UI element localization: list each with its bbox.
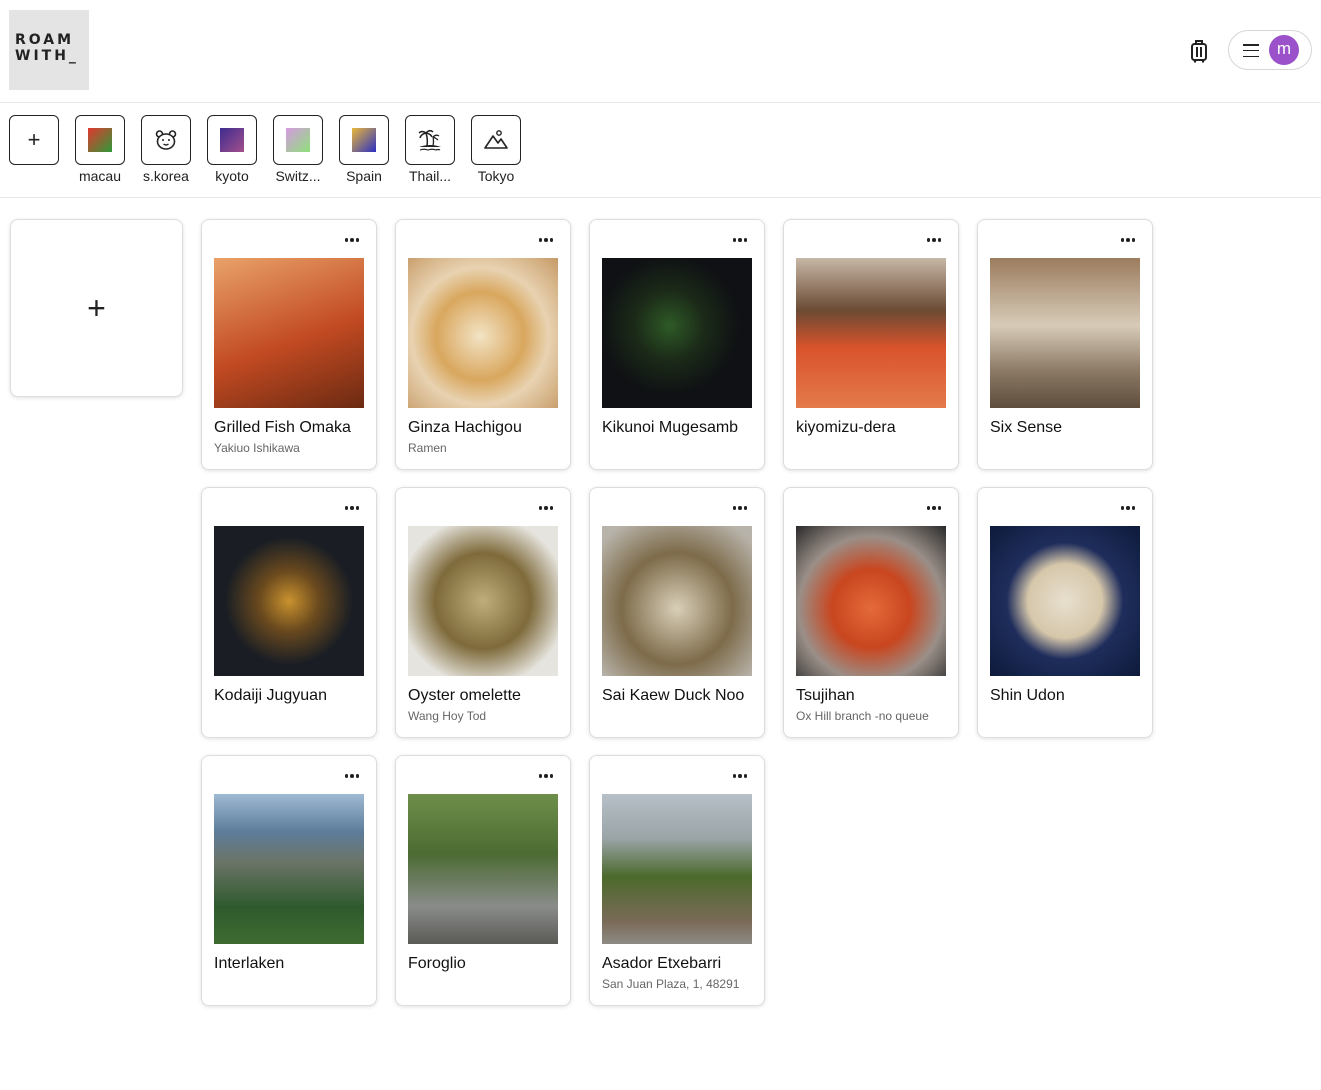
place-card[interactable]: Tsujihan Ox Hill branch -no queue xyxy=(783,487,959,738)
collections-bar: + macau s.korea kyoto Switz... Spain Tha… xyxy=(0,103,1321,198)
collection-s-korea[interactable]: s.korea xyxy=(136,115,196,184)
add-collection-button[interactable]: + xyxy=(4,115,64,165)
place-title: Asador Etxebarri xyxy=(602,955,722,972)
app-header: ROAM WITH_ m xyxy=(0,0,1321,103)
collection-kyoto[interactable]: kyoto xyxy=(202,115,262,184)
gradient-swatch-icon xyxy=(352,128,376,152)
collection-label: kyoto xyxy=(215,168,249,184)
plus-icon: + xyxy=(9,115,59,165)
collection-thailand[interactable]: Thail... xyxy=(400,115,460,184)
avatar: m xyxy=(1269,35,1299,65)
gradient-swatch-icon xyxy=(88,128,112,152)
collection-label: Thail... xyxy=(408,168,451,184)
place-card[interactable]: Kikunoi Mugesamb xyxy=(589,219,765,470)
more-options-icon[interactable] xyxy=(730,768,750,784)
more-options-icon[interactable] xyxy=(342,500,362,516)
place-subtitle: Wang Hoy Tod xyxy=(408,709,487,723)
grilled-fish-photo xyxy=(214,258,364,408)
village-waterfall-photo xyxy=(408,794,558,944)
place-card[interactable]: Kodaiji Jugyuan xyxy=(201,487,377,738)
mountain-icon xyxy=(484,130,508,149)
place-card[interactable]: Interlaken xyxy=(201,755,377,1006)
more-options-icon[interactable] xyxy=(536,768,556,784)
collection-spain[interactable]: Spain xyxy=(334,115,394,184)
more-options-icon[interactable] xyxy=(536,500,556,516)
place-subtitle: Ramen xyxy=(408,441,447,455)
collection-label: Tokyo xyxy=(477,168,515,184)
temple-autumn-photo xyxy=(796,258,946,408)
collection-macau[interactable]: macau xyxy=(70,115,130,184)
place-title: Kikunoi Mugesamb xyxy=(602,419,739,436)
more-options-icon[interactable] xyxy=(730,232,750,248)
collection-label: Spain xyxy=(346,168,382,184)
place-title: Sai Kaew Duck Noo xyxy=(602,687,745,704)
place-title: Interlaken xyxy=(214,955,285,972)
place-card[interactable]: Oyster omelette Wang Hoy Tod xyxy=(395,487,571,738)
logo-line-1: ROAM xyxy=(15,32,75,48)
oyster-omelette-photo xyxy=(408,526,558,676)
place-title: Tsujihan xyxy=(796,687,855,704)
add-place-card[interactable]: + xyxy=(10,219,183,397)
plus-icon: + xyxy=(87,289,106,326)
udon-bowl-photo xyxy=(990,526,1140,676)
restaurant-facade-photo xyxy=(602,794,752,944)
place-title: Kodaiji Jugyuan xyxy=(214,687,327,704)
collection-switzerland[interactable]: Switz... xyxy=(268,115,328,184)
tea-house-night-photo xyxy=(214,526,364,676)
place-title: Shin Udon xyxy=(990,687,1065,704)
more-options-icon[interactable] xyxy=(924,500,944,516)
collection-label: s.korea xyxy=(143,168,189,184)
luggage-button[interactable] xyxy=(1186,38,1212,64)
place-title: Six Sense xyxy=(990,419,1063,436)
more-options-icon[interactable] xyxy=(1118,232,1138,248)
place-card[interactable]: Ginza Hachigou Ramen xyxy=(395,219,571,470)
place-title: Oyster omelette xyxy=(408,687,521,704)
waterfall-cliff-photo xyxy=(214,794,364,944)
place-card[interactable]: Grilled Fish Omaka Yakiuo Ishikawa xyxy=(201,219,377,470)
green-tea-parfait-photo xyxy=(602,258,752,408)
place-card[interactable]: Shin Udon xyxy=(977,487,1153,738)
place-title: Ginza Hachigou xyxy=(408,419,522,436)
more-options-icon[interactable] xyxy=(342,232,362,248)
place-card[interactable]: Foroglio xyxy=(395,755,571,1006)
place-subtitle: Yakiuo Ishikawa xyxy=(214,441,300,455)
logo[interactable]: ROAM WITH_ xyxy=(9,10,89,90)
more-options-icon[interactable] xyxy=(924,232,944,248)
hotel-lounge-photo xyxy=(990,258,1140,408)
collection-label: macau xyxy=(78,168,122,184)
more-options-icon[interactable] xyxy=(730,500,750,516)
place-title: kiyomizu-dera xyxy=(796,419,896,436)
place-subtitle: San Juan Plaza, 1, 48291 xyxy=(602,977,740,991)
collection-label: Switz... xyxy=(275,168,321,184)
place-title: Foroglio xyxy=(408,955,466,972)
bear-icon xyxy=(155,130,177,150)
more-options-icon[interactable] xyxy=(342,768,362,784)
ramen-photo xyxy=(408,258,558,408)
seafood-bowl-photo xyxy=(796,526,946,676)
luggage-icon xyxy=(1191,40,1207,63)
place-card[interactable]: Asador Etxebarri San Juan Plaza, 1, 4829… xyxy=(589,755,765,1006)
place-card[interactable]: Six Sense xyxy=(977,219,1153,470)
hamburger-icon xyxy=(1243,44,1259,58)
place-card[interactable]: Sai Kaew Duck Noo xyxy=(589,487,765,738)
collection-tokyo[interactable]: Tokyo xyxy=(466,115,526,184)
gradient-swatch-icon xyxy=(286,128,310,152)
gradient-swatch-icon xyxy=(220,128,244,152)
place-subtitle: Ox Hill branch -no queue xyxy=(796,709,929,723)
place-card[interactable]: kiyomizu-dera xyxy=(783,219,959,470)
place-title: Grilled Fish Omaka xyxy=(214,419,351,436)
logo-line-2: WITH_ xyxy=(15,48,79,64)
more-options-icon[interactable] xyxy=(536,232,556,248)
more-options-icon[interactable] xyxy=(1118,500,1138,516)
duck-noodle-photo xyxy=(602,526,752,676)
user-menu-button[interactable]: m xyxy=(1228,30,1312,70)
island-icon xyxy=(418,129,441,151)
